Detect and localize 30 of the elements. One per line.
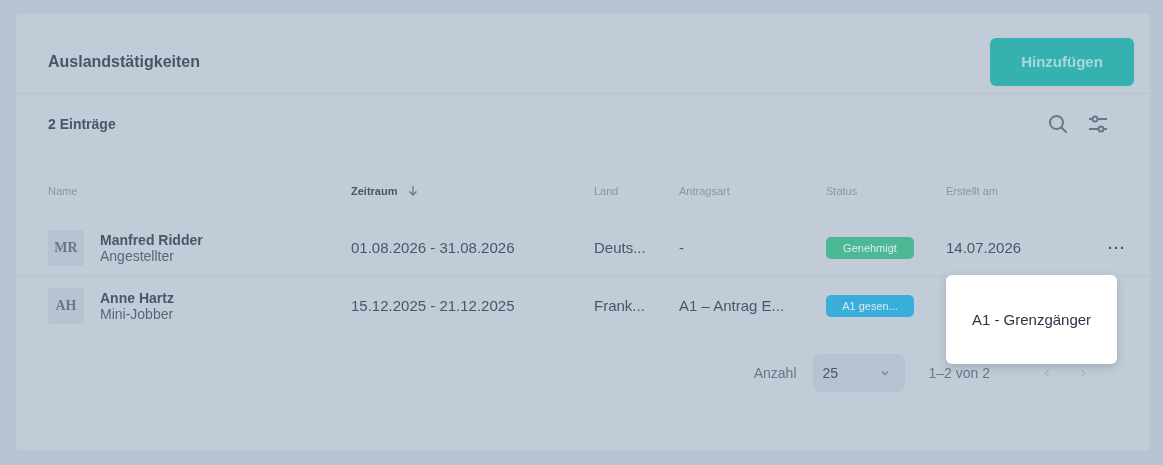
entry-count: 2 Einträge (48, 116, 116, 132)
column-header[interactable]: Antragsart (679, 185, 730, 197)
employee-name: Anne Hartz (100, 289, 174, 306)
status-badge: A1 gesen... (826, 294, 914, 317)
avatar: MR (48, 229, 84, 266)
table-cell: Frank... (594, 297, 645, 314)
employee-name: Manfred Ridder (100, 231, 203, 248)
sort-arrow-icon (407, 185, 420, 197)
column-header[interactable]: Erstellt am (946, 185, 998, 197)
status-badge: Genehmigt (826, 236, 914, 259)
tooltip: A1 - Grenzgänger (946, 275, 1117, 364)
table-cell: 01.08.2026 - 31.08.2026 (351, 239, 515, 256)
page-size-label: Anzahl (753, 365, 797, 381)
table-cell: - (679, 239, 684, 256)
employee-role: Mini-Jobber (100, 305, 174, 322)
add-button[interactable]: Hinzufügen (990, 37, 1134, 86)
table-cell: A1 – Antrag E... (679, 297, 785, 314)
table-cell: 14.07.2026 (946, 239, 1022, 256)
avatar: AH (48, 287, 84, 324)
table-cell: Deuts... (594, 239, 646, 256)
table-cell: 15.12.2025 - 21.12.2025 (351, 297, 515, 314)
column-header[interactable]: Name (48, 185, 78, 197)
search-icon[interactable] (1046, 112, 1070, 136)
employee-role: Angestellter (100, 247, 175, 264)
page-size-select[interactable]: 25 (812, 354, 905, 392)
more-menu[interactable]: ··· (1108, 239, 1126, 256)
column-header[interactable]: Land (594, 185, 619, 197)
page-title: Auslandstätigkeiten (48, 52, 201, 71)
column-header[interactable]: Zeitraum (351, 185, 398, 197)
page-range: 1–2 von 2 (928, 365, 990, 381)
